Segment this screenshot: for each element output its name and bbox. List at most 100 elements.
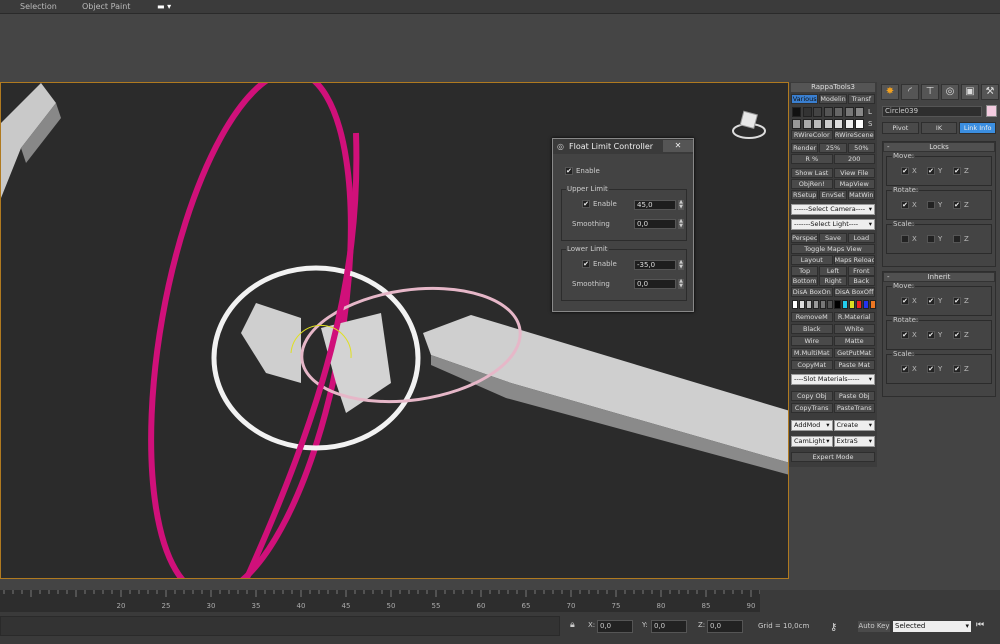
locks-header[interactable]: - Locks bbox=[883, 142, 995, 152]
viewcube-icon[interactable] bbox=[732, 110, 766, 139]
motion-icon[interactable]: ◎ bbox=[941, 84, 959, 100]
locks-scale-z-checkbox[interactable]: Z bbox=[953, 235, 969, 243]
wire-color-swatch[interactable] bbox=[813, 107, 822, 117]
spinner-arrows[interactable]: ▲ ▼ bbox=[678, 279, 684, 289]
locks-rotate-x-checkbox[interactable]: ✔ X bbox=[901, 201, 917, 209]
inherit-header[interactable]: - Inherit bbox=[883, 272, 995, 282]
menu-selection[interactable]: Selection bbox=[20, 2, 57, 11]
slot-materials-dropdown[interactable]: ----Slot Materials----- bbox=[791, 374, 875, 385]
time-slider-ruler[interactable]: 20253035404550556065707580859095100 bbox=[0, 590, 848, 612]
modify-icon[interactable]: ◜ bbox=[901, 84, 919, 100]
material-color-swatch[interactable] bbox=[827, 300, 834, 309]
ik-button[interactable]: IK bbox=[920, 122, 958, 134]
wire-color-swatch[interactable] bbox=[802, 107, 812, 117]
white-button[interactable]: White bbox=[833, 324, 875, 334]
camera-icon[interactable]: ▬ ▾ bbox=[157, 2, 171, 11]
spinner-arrows[interactable]: ▲ ▼ bbox=[678, 219, 684, 229]
disa-boxoff-button[interactable]: DisA BoxOff bbox=[833, 287, 875, 297]
m-multimat-button[interactable]: M.MultiMat bbox=[791, 348, 833, 358]
material-color-swatch[interactable] bbox=[841, 300, 848, 309]
close-button[interactable]: ✕ bbox=[663, 140, 693, 152]
25-button[interactable]: 25% bbox=[819, 143, 847, 153]
object-name-field[interactable]: Circle039 bbox=[882, 106, 982, 117]
wire-color-swatch[interactable] bbox=[813, 119, 822, 129]
inherit-scale-y-checkbox[interactable]: ✔ Y bbox=[927, 365, 942, 373]
getputmat-button[interactable]: GetPutMat bbox=[833, 348, 875, 358]
tab-modeling[interactable]: Modeling bbox=[819, 94, 847, 104]
lower-smoothing-field[interactable]: 0,0 bbox=[634, 279, 676, 289]
copytrans-button[interactable]: CopyTrans bbox=[791, 403, 833, 413]
select-camera-dropdown[interactable]: ------Select Camera---- bbox=[791, 204, 875, 215]
wire-color-swatch[interactable] bbox=[802, 119, 812, 129]
bottom-button[interactable]: Bottom bbox=[791, 276, 819, 286]
wire-color-swatch[interactable] bbox=[855, 119, 864, 129]
rwirecolor-button[interactable]: RWireColor bbox=[791, 130, 833, 140]
z-field[interactable]: 0,0 bbox=[707, 620, 743, 633]
spinner-arrows[interactable]: ▲ ▼ bbox=[678, 260, 684, 270]
mapview-button[interactable]: MapView bbox=[833, 179, 875, 189]
objren-button[interactable]: ObjRen! bbox=[791, 179, 833, 189]
key-icon[interactable]: ⚷ bbox=[830, 622, 837, 633]
maps-reload-button[interactable]: Maps Reload bbox=[833, 255, 875, 265]
inherit-rotate-y-checkbox[interactable]: ✔ Y bbox=[927, 331, 942, 339]
material-color-swatch[interactable] bbox=[820, 300, 827, 309]
material-color-swatch[interactable] bbox=[869, 300, 876, 309]
material-color-swatch[interactable] bbox=[792, 300, 799, 309]
go-to-start-icon[interactable]: ⏮ bbox=[976, 620, 984, 630]
locks-move-x-checkbox[interactable]: ✔ X bbox=[901, 167, 917, 175]
utilities-icon[interactable]: ⚒ bbox=[981, 84, 999, 100]
r-button[interactable]: R % bbox=[791, 154, 833, 164]
material-color-swatch[interactable] bbox=[799, 300, 806, 309]
view-file-button[interactable]: View File bbox=[833, 168, 875, 178]
tab-transf[interactable]: Transf bbox=[847, 94, 875, 104]
inherit-move-z-checkbox[interactable]: ✔ Z bbox=[953, 297, 969, 305]
create-dropdown[interactable]: Create bbox=[833, 420, 875, 431]
show-last-button[interactable]: Show Last bbox=[791, 168, 833, 178]
200-button[interactable]: 200 bbox=[833, 154, 875, 164]
material-color-swatch[interactable] bbox=[862, 300, 869, 309]
auto-key-button[interactable]: Auto Key bbox=[858, 621, 890, 632]
layout-button[interactable]: Layout bbox=[791, 255, 833, 265]
inherit-move-y-checkbox[interactable]: ✔ Y bbox=[927, 297, 942, 305]
copymat-button[interactable]: CopyMat bbox=[791, 360, 833, 370]
expert-mode-button[interactable]: Expert Mode bbox=[791, 452, 875, 462]
locks-rotate-z-checkbox[interactable]: ✔ Z bbox=[953, 201, 969, 209]
right-button[interactable]: Right bbox=[819, 276, 847, 286]
lower-limit-field[interactable]: -35,0 bbox=[634, 260, 676, 270]
inherit-move-x-checkbox[interactable]: ✔ X bbox=[901, 297, 917, 305]
locks-move-z-checkbox[interactable]: ✔ Z bbox=[953, 167, 969, 175]
inherit-scale-x-checkbox[interactable]: ✔ X bbox=[901, 365, 917, 373]
locks-move-y-checkbox[interactable]: ✔ Y bbox=[927, 167, 942, 175]
matwin-button[interactable]: MatWin bbox=[847, 190, 875, 200]
pivot-button[interactable]: Pivot bbox=[882, 122, 919, 134]
inherit-rotate-z-checkbox[interactable]: ✔ Z bbox=[953, 331, 969, 339]
wire-color-swatch[interactable] bbox=[844, 107, 854, 117]
display-icon[interactable]: ▣ bbox=[961, 84, 979, 100]
toggle-maps-view-button[interactable]: Toggle Maps View bbox=[791, 244, 875, 254]
upper-enable-checkbox[interactable]: ✔ Enable bbox=[582, 200, 617, 208]
object-color-swatch[interactable] bbox=[986, 105, 997, 117]
locks-scale-y-checkbox[interactable]: Y bbox=[927, 235, 942, 243]
upper-limit-field[interactable]: 45,0 bbox=[634, 200, 676, 210]
save-button[interactable]: Save bbox=[819, 233, 847, 243]
locks-scale-x-checkbox[interactable]: X bbox=[901, 235, 917, 243]
wire-button[interactable]: Wire bbox=[791, 336, 833, 346]
enable-checkbox[interactable]: ✔ Enable bbox=[565, 167, 600, 175]
menu-object-paint[interactable]: Object Paint bbox=[82, 2, 130, 11]
spinner-arrows[interactable]: ▲ ▼ bbox=[678, 200, 684, 210]
select-light-dropdown[interactable]: -------Select Light---- bbox=[791, 219, 875, 230]
rappatools-title[interactable]: RappaTools3 bbox=[791, 83, 875, 92]
wire-color-swatch[interactable] bbox=[844, 119, 854, 129]
perspective-button[interactable]: Perspective bbox=[791, 233, 819, 243]
r-material-button[interactable]: R.Material bbox=[833, 312, 875, 322]
wire-color-swatch[interactable] bbox=[823, 119, 833, 129]
create-icon[interactable]: ✸ bbox=[881, 84, 899, 100]
inherit-scale-z-checkbox[interactable]: ✔ Z bbox=[953, 365, 969, 373]
locks-rotate-y-checkbox[interactable]: Y bbox=[927, 201, 942, 209]
wire-color-swatch[interactable] bbox=[823, 107, 833, 117]
hierarchy-icon[interactable]: ⊤ bbox=[921, 84, 939, 100]
upper-smoothing-field[interactable]: 0,0 bbox=[634, 219, 676, 229]
wire-color-swatch[interactable] bbox=[834, 107, 843, 117]
removem-button[interactable]: RemoveM bbox=[791, 312, 833, 322]
x-field[interactable]: 0,0 bbox=[597, 620, 633, 633]
